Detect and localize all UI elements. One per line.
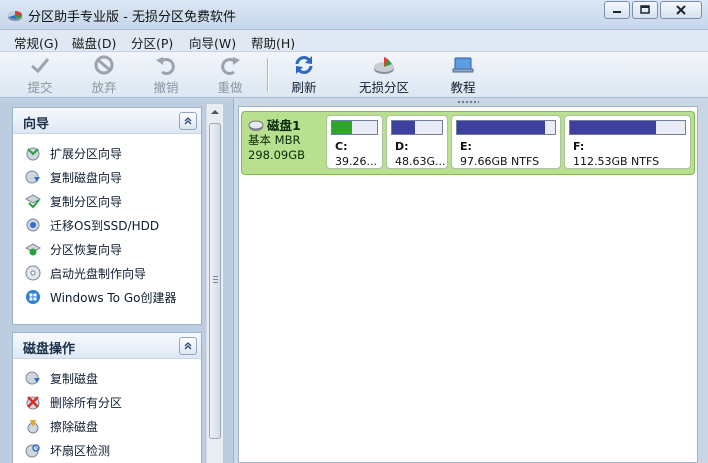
- copy-partition-icon: [25, 194, 41, 209]
- scroll-grip-icon: [213, 276, 218, 277]
- redo-button[interactable]: 重做: [210, 54, 250, 96]
- wizard-item-bootable-media[interactable]: 启动光盘制作向导: [25, 263, 146, 283]
- partition-d[interactable]: D: 48.63G...: [386, 115, 448, 169]
- commit-icon: [31, 58, 50, 74]
- delete-all-icon: [26, 396, 40, 410]
- chevron-up-icon: [184, 342, 192, 350]
- wizard-item-partition-recovery[interactable]: 分区恢复向导: [25, 239, 122, 259]
- right-edge: [698, 99, 708, 463]
- disk-item-delete-all[interactable]: 删除所有分区: [25, 392, 122, 412]
- tutorial-button[interactable]: 教程: [443, 54, 483, 96]
- disk-map-panel: 磁盘1 基本 MBR 298.09GB C: 39.26... D: 48.63…: [238, 106, 698, 463]
- title-bar: 分区助手专业版 - 无损分区免费软件: [0, 0, 708, 30]
- disk-panel-title: 磁盘操作: [23, 342, 76, 357]
- partition-c[interactable]: C: 39.26...: [326, 115, 383, 169]
- disk-panel-header: 磁盘操作: [13, 333, 201, 359]
- partition-recovery-icon: [25, 243, 41, 256]
- menu-disk[interactable]: 磁盘(D): [72, 33, 116, 52]
- partition-usage-bar: [456, 120, 556, 135]
- extend-partition-icon: [26, 147, 40, 161]
- disk-item-wipe-disk[interactable]: 擦除磁盘: [25, 416, 98, 436]
- commit-button[interactable]: 提交: [20, 54, 60, 96]
- disk-collapse-button[interactable]: [179, 337, 197, 355]
- copy-disk-icon: [25, 170, 40, 184]
- partition-usage-bar: [391, 120, 443, 135]
- disk-operations-panel: 磁盘操作 复制磁盘 删除所有分区 擦除磁盘 坏扇区检测: [12, 332, 202, 463]
- wizard-panel: 向导 扩展分区向导 复制磁盘向导 复制分区向导 迁移OS到SSD/HDD 分区恢…: [12, 107, 202, 325]
- disk-icon: [248, 120, 264, 131]
- undo-button[interactable]: 撤销: [146, 54, 186, 96]
- discard-button[interactable]: 放弃: [84, 54, 124, 96]
- wipe-disk-icon: [27, 420, 39, 434]
- sidebar-scrollbar[interactable]: [206, 104, 223, 463]
- close-icon: [676, 5, 686, 15]
- toolbar: 提交 放弃 撤销 重做 刷新 无损分区 教程: [0, 52, 708, 98]
- app-disk-icon: [8, 11, 22, 21]
- disk-type: 基本 MBR: [248, 133, 301, 147]
- lossless-partition-button[interactable]: 无损分区: [354, 54, 414, 96]
- disk-item-copy-disk[interactable]: 复制磁盘: [25, 368, 98, 388]
- wizard-item-copy-partition[interactable]: 复制分区向导: [25, 191, 122, 211]
- wizard-collapse-button[interactable]: [179, 112, 197, 130]
- chevron-up-icon: [184, 117, 192, 125]
- refresh-button[interactable]: 刷新: [284, 54, 324, 96]
- disk-row[interactable]: 磁盘1 基本 MBR 298.09GB C: 39.26... D: 48.63…: [241, 111, 695, 175]
- menu-partition[interactable]: 分区(P): [131, 33, 173, 52]
- maximize-button[interactable]: [632, 1, 658, 19]
- disk-item-bad-sector[interactable]: 坏扇区检测: [25, 440, 110, 460]
- close-button[interactable]: [660, 1, 702, 19]
- sidebar: 向导 扩展分区向导 复制磁盘向导 复制分区向导 迁移OS到SSD/HDD 分区恢…: [0, 99, 234, 463]
- disk-name: 磁盘1: [267, 118, 301, 133]
- wizard-item-copy-disk[interactable]: 复制磁盘向导: [25, 167, 122, 187]
- bootable-media-icon: [25, 265, 41, 281]
- window-title: 分区助手专业版 - 无损分区免费软件: [28, 10, 236, 25]
- bad-sector-icon: [25, 444, 40, 458]
- disk-size: 298.09GB: [248, 148, 306, 162]
- discard-icon: [94, 55, 114, 75]
- menu-general[interactable]: 常规(G): [14, 33, 58, 52]
- wizard-item-extend-partition[interactable]: 扩展分区向导: [25, 143, 122, 163]
- wizard-item-windows-to-go[interactable]: Windows To Go创建器: [25, 287, 176, 307]
- partition-usage-bar: [569, 120, 686, 135]
- lossless-partition-icon: [374, 57, 394, 74]
- splitter-grip-icon[interactable]: [457, 100, 479, 104]
- wizard-panel-header: 向导: [13, 108, 201, 134]
- refresh-icon: [295, 56, 313, 74]
- partition-e[interactable]: E: 97.66GB NTFS: [451, 115, 561, 169]
- windows-to-go-icon: [26, 290, 40, 304]
- minimize-button[interactable]: [604, 1, 630, 19]
- toolbar-separator: [267, 58, 268, 92]
- menu-help[interactable]: 帮助(H): [251, 33, 295, 52]
- redo-icon: [221, 57, 240, 75]
- wizard-item-migrate-os[interactable]: 迁移OS到SSD/HDD: [25, 215, 159, 235]
- undo-icon: [156, 57, 175, 75]
- sidebar-scroll-thumb[interactable]: [209, 123, 221, 439]
- minimize-icon: [613, 11, 621, 13]
- wizard-panel-title: 向导: [23, 117, 50, 132]
- menu-bar: 常规(G) 磁盘(D) 分区(P) 向导(W) 帮助(H): [0, 30, 708, 52]
- scroll-up-arrow-icon[interactable]: [210, 108, 220, 116]
- maximize-icon: [640, 5, 650, 14]
- disk-info: 磁盘1 基本 MBR 298.09GB: [248, 118, 305, 163]
- copy-disk-icon: [25, 371, 40, 385]
- partition-f[interactable]: F: 112.53GB NTFS: [564, 115, 691, 169]
- menu-wizard[interactable]: 向导(W): [189, 33, 236, 52]
- tutorial-icon: [452, 57, 474, 73]
- partition-usage-bar: [331, 120, 378, 135]
- migrate-os-icon: [26, 218, 40, 232]
